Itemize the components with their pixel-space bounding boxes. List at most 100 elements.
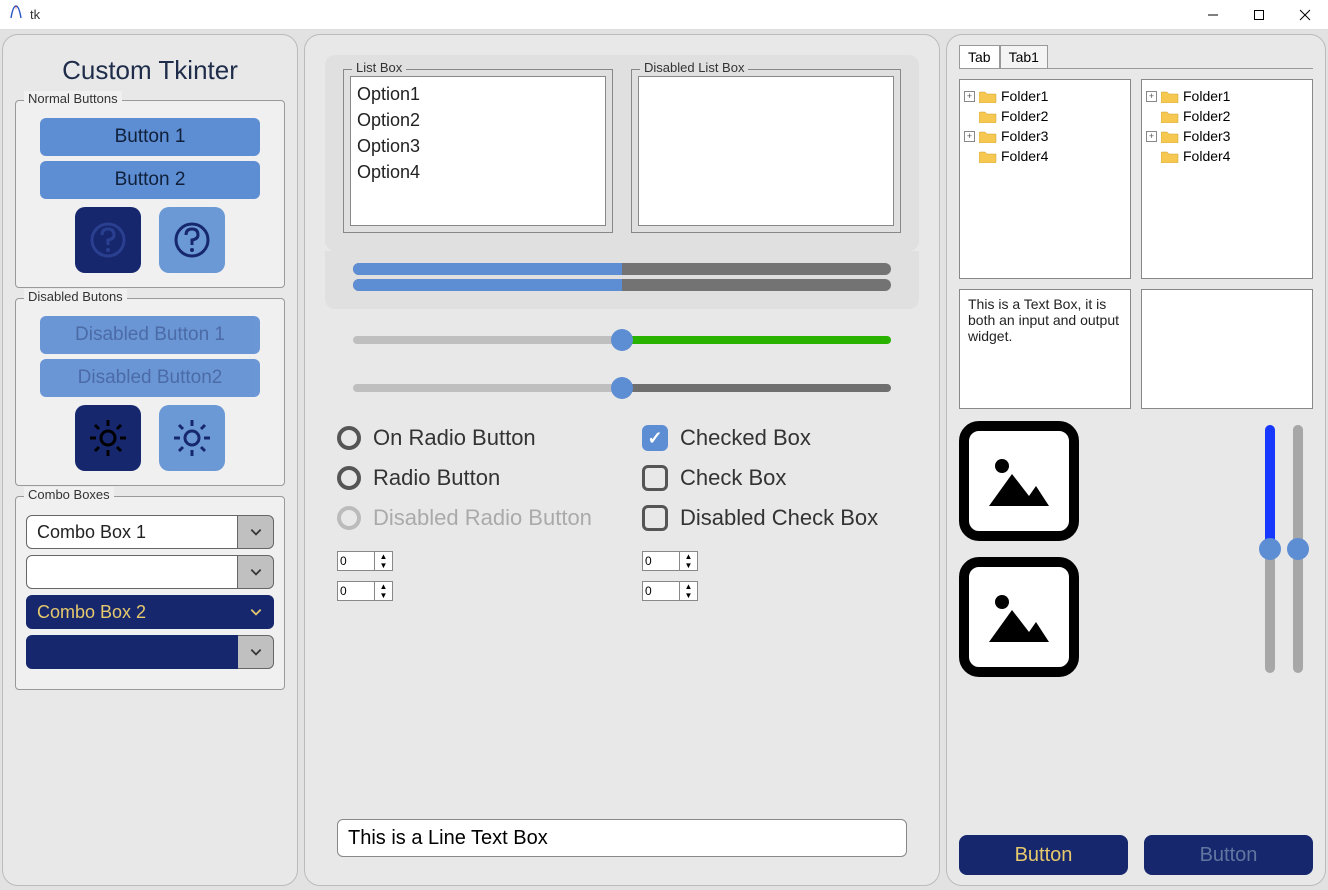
combo-2[interactable] [26, 555, 238, 589]
tree-node[interactable]: +Folder1 [1146, 86, 1308, 106]
radio-on[interactable]: On Radio Button [337, 425, 602, 451]
vertical-slider-2[interactable] [1293, 425, 1303, 673]
checkbox-checked-icon [642, 425, 668, 451]
right-panel: Tab Tab1 +Folder1Folder2+Folder3Folder4 … [946, 34, 1326, 886]
button-1[interactable]: Button 1 [40, 118, 260, 156]
listbox[interactable]: Option1 Option2 Option3 Option4 [350, 76, 606, 226]
spin-up-icon[interactable]: ▲ [375, 582, 392, 591]
radio-disabled: Disabled Radio Button [337, 505, 602, 531]
vertical-slider-1[interactable] [1265, 425, 1275, 673]
spin-up-icon[interactable]: ▲ [680, 582, 697, 591]
combo-1-arrow[interactable] [238, 515, 274, 549]
tree-node[interactable]: + Folder3 [964, 126, 1126, 146]
spinbox-3[interactable]: ▲▼ [337, 581, 393, 601]
settings-button-light [159, 405, 225, 471]
spinbox-1[interactable]: ▲▼ [337, 551, 393, 571]
help-button-dark[interactable] [75, 207, 141, 273]
list-item[interactable]: Option1 [357, 81, 599, 107]
tree-node[interactable]: + Folder1 [964, 86, 1126, 106]
tree-node[interactable]: + Folder3 [1146, 126, 1308, 146]
radio-off[interactable]: Radio Button [337, 465, 602, 491]
radio-on-label: On Radio Button [373, 425, 536, 451]
checkbox-icon [642, 505, 668, 531]
expand-spacer [1146, 151, 1157, 162]
spin-down-icon[interactable]: ▼ [680, 591, 697, 600]
combo-3[interactable]: Combo Box 2 [26, 595, 238, 629]
bottom-button-1[interactable]: Button [959, 835, 1128, 875]
radio-off-label: Radio Button [373, 465, 500, 491]
expand-icon[interactable]: + [1146, 91, 1157, 102]
text-box-empty[interactable] [1141, 289, 1313, 409]
maximize-button[interactable] [1236, 0, 1282, 30]
disabled-button-2: Disabled Button2 [40, 359, 260, 397]
tree-node[interactable]: Folder2 [1146, 106, 1308, 126]
combo-3-arrow[interactable] [238, 595, 274, 629]
tree-right[interactable]: +Folder1 Folder2 + Folder3 Folder4 [1141, 79, 1313, 279]
tree-node[interactable]: Folder4 [964, 146, 1126, 166]
tab-1[interactable]: Tab1 [1000, 45, 1048, 68]
spinbox-2[interactable]: ▲▼ [642, 551, 698, 571]
tabstrip: Tab Tab1 [959, 45, 1313, 69]
expand-icon[interactable]: + [964, 131, 975, 142]
spin-down-icon[interactable]: ▼ [375, 591, 392, 600]
image-placeholder-2 [959, 557, 1079, 677]
radio-icon [337, 506, 361, 530]
bottom-button-2: Button [1144, 835, 1313, 875]
image-icon [984, 446, 1054, 516]
tree-node-label: Folder4 [1183, 148, 1230, 164]
progress-1 [353, 263, 891, 275]
line-text-entry[interactable] [337, 819, 907, 857]
check-unchecked[interactable]: Check Box [642, 465, 907, 491]
left-panel: Custom Tkinter Normal Buttons Button 1 B… [2, 34, 298, 886]
close-button[interactable] [1282, 0, 1328, 30]
titlebar: tk [0, 0, 1328, 30]
tree-node-label: Folder4 [1001, 148, 1048, 164]
text-box[interactable]: This is a Text Box, it is both an input … [959, 289, 1131, 409]
checkbox-icon [642, 465, 668, 491]
check-checked-label: Checked Box [680, 425, 811, 451]
listbox-group: List Box Option1 Option2 Option3 Option4 [343, 69, 613, 233]
progress-2 [353, 279, 891, 291]
listbox-legend: List Box [352, 60, 406, 75]
expand-spacer [1146, 111, 1157, 122]
button-2[interactable]: Button 2 [40, 161, 260, 199]
tree-node[interactable]: Folder2 [964, 106, 1126, 126]
help-button-light[interactable] [159, 207, 225, 273]
spin-down-icon[interactable]: ▼ [680, 561, 697, 570]
chevron-down-icon [249, 605, 263, 619]
tree-node-label: Folder1 [1001, 88, 1048, 104]
tree-node-label: Folder3 [1001, 128, 1048, 144]
window-title: tk [30, 7, 40, 22]
tree-node-label: Folder2 [1183, 108, 1230, 124]
combo-boxes-group: Combo Boxes Combo Box 1 Combo Box 2 [15, 496, 285, 690]
slider-1[interactable] [353, 329, 891, 349]
combo-2-arrow[interactable] [238, 555, 274, 589]
tree-node[interactable]: Folder4 [1146, 146, 1308, 166]
expand-icon[interactable]: + [964, 91, 975, 102]
spin-up-icon[interactable]: ▲ [375, 552, 392, 561]
disabled-listbox-legend: Disabled List Box [640, 60, 748, 75]
tab-0[interactable]: Tab [959, 45, 1000, 68]
list-item[interactable]: Option4 [357, 159, 599, 185]
spinbox-4[interactable]: ▲▼ [642, 581, 698, 601]
disabled-listbox [638, 76, 894, 226]
normal-buttons-group: Normal Buttons Button 1 Button 2 [15, 100, 285, 288]
list-item[interactable]: Option2 [357, 107, 599, 133]
check-checked[interactable]: Checked Box [642, 425, 907, 451]
chevron-down-icon [249, 565, 263, 579]
minimize-button[interactable] [1190, 0, 1236, 30]
combo-4[interactable] [26, 635, 238, 669]
list-item[interactable]: Option3 [357, 133, 599, 159]
expand-icon[interactable]: + [1146, 131, 1157, 142]
slider-2[interactable] [353, 377, 891, 397]
gear-icon [86, 416, 130, 460]
combo-4-arrow[interactable] [238, 635, 274, 669]
disabled-button-1: Disabled Button 1 [40, 316, 260, 354]
spin-up-icon[interactable]: ▲ [680, 552, 697, 561]
settings-button-dark [75, 405, 141, 471]
chevron-down-icon [249, 525, 263, 539]
tree-left[interactable]: + Folder1 Folder2 + Folder3 Folder4 [959, 79, 1131, 279]
spin-down-icon[interactable]: ▼ [375, 561, 392, 570]
combo-1[interactable]: Combo Box 1 [26, 515, 238, 549]
tree-node-label: Folder3 [1183, 128, 1230, 144]
